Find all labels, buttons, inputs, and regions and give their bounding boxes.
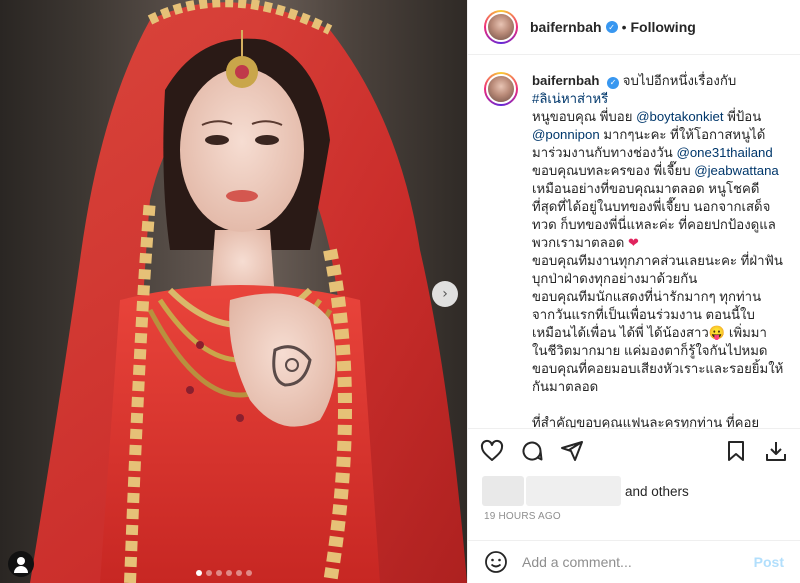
- carousel-dots: [196, 570, 252, 576]
- hashtag-link[interactable]: #ลิเน่หาส่าหรี: [532, 91, 608, 106]
- caption-text-segment: เหมือนอย่างที่ขอบคุณมาตลอด หนูโชคดี: [532, 181, 760, 196]
- user-tag-icon[interactable]: [8, 551, 34, 577]
- caption-text-segment: ทวด ก็บทของพี่นี่แหละค่ะ ที่คอยปกป้องดูแ…: [532, 217, 776, 232]
- caption-text-segment: หนูขอบคุณ พี่บอย: [532, 109, 637, 124]
- caption-text-segment: ที่สำคัญขอบคุณแฟนละครทุกท่าน ที่คอย: [532, 415, 760, 428]
- caption-body: หนูขอบคุณ พี่บอย @boytakonkiet พี่ป้อน @…: [532, 109, 783, 428]
- following-button[interactable]: Following: [630, 19, 695, 35]
- caption-text-segment: บุกป่าฝ่าดงทุกอย่างมาด้วยกัน: [532, 271, 698, 286]
- caption-username[interactable]: baifernbah: [532, 73, 599, 88]
- liker-avatars: [482, 476, 524, 506]
- carousel-dot: [226, 570, 232, 576]
- caption-line: บุกป่าฝ่าดงทุกอย่างมาด้วยกัน: [532, 271, 697, 286]
- caption-text-segment: มากๆนะคะ ที่ให้โอกาสหนูได้: [599, 127, 766, 142]
- mention-link[interactable]: @ponnipon: [532, 127, 600, 142]
- caption-text-segment: เหมือนได้เพื่อน ได้พี่ ได้น้องสาว😛 เพิ่ม…: [532, 325, 767, 340]
- heart-icon[interactable]: [480, 439, 504, 463]
- comment-box: Post: [468, 540, 800, 583]
- carousel-dot: [206, 570, 212, 576]
- caption-line: ขอบคุณบทละครของ พี่เจี๊ยบ @jeabwattana: [532, 163, 779, 178]
- caption: baifernbah ✓ จบไปอีกหนึ่งเรื่องกับ #ลิเน…: [484, 72, 784, 428]
- download-icon[interactable]: [764, 439, 788, 463]
- caption-text-segment: จากวันแรกที่เป็นเพื่อนร่วมงาน ตอนนี้ใบ: [532, 307, 755, 322]
- mention-link[interactable]: @boytakonkiet: [636, 109, 723, 124]
- avatar[interactable]: [484, 10, 518, 44]
- separator-dot: •: [621, 19, 627, 35]
- action-bar: [468, 428, 800, 472]
- caption-text-segment: กันมาตลอด: [532, 379, 599, 394]
- emoji-icon[interactable]: [484, 550, 508, 574]
- avatar[interactable]: [484, 72, 518, 106]
- caption-text-segment: พวกเรามาตลอด: [532, 235, 628, 250]
- caption-text-segment: ในชีวิตมากมาย แค่มองตาก็รู้ใจกันไปหมด: [532, 343, 768, 358]
- post-button[interactable]: Post: [754, 554, 784, 570]
- bride-illustration: [30, 0, 467, 583]
- caption-line: ขอบคุณทีมนักแสดงที่น่ารักมากๆ ทุกท่าน: [532, 289, 761, 304]
- caption-line: กันมาตลอด: [532, 379, 598, 394]
- caption-line: ขอบคุณที่คอยมอบเสียงหัวเราะและรอยยิ้มให้: [532, 361, 783, 376]
- comment-input[interactable]: [522, 554, 754, 570]
- share-icon[interactable]: [560, 439, 584, 463]
- mention-link[interactable]: @jeabwattana: [694, 163, 779, 178]
- caption-line: ที่สุดที่ได้อยู่ในบทของพี่เจี๊ยบ นอกจากเ…: [532, 199, 770, 214]
- caption-line: @ponnipon มากๆนะคะ ที่ให้โอกาสหนูได้: [532, 127, 765, 142]
- heart-emoji: ❤: [627, 235, 640, 250]
- username-link[interactable]: baifernbah: [530, 19, 602, 35]
- caption-line: ทวด ก็บทของพี่นี่แหละค่ะ ที่คอยปกป้องดูแ…: [532, 217, 776, 232]
- post-panel: baifernbah ✓ • Following baifernbah ✓ จบ…: [467, 0, 800, 583]
- caption-text-segment: มาร่วมงานกับทางช่องวัน: [532, 145, 677, 160]
- carousel-dot: [196, 570, 202, 576]
- caption-text: baifernbah ✓ จบไปอีกหนึ่งเรื่องกับ #ลิเน…: [532, 72, 784, 428]
- caption-text-segment: พี่ป้อน: [723, 109, 762, 124]
- caption-text-segment: ขอบคุณที่คอยมอบเสียงหัวเราะและรอยยิ้มให้: [532, 361, 784, 376]
- caption-line: เหมือนได้เพื่อน ได้พี่ ได้น้องสาว😛 เพิ่ม…: [532, 325, 767, 340]
- post-photo[interactable]: ›: [0, 0, 467, 583]
- caption-line: ที่สำคัญขอบคุณแฟนละครทุกท่าน ที่คอย: [532, 415, 759, 428]
- save-icon[interactable]: [724, 439, 748, 463]
- caption-text-segment: ขอบคุณบทละครของ พี่เจี๊ยบ: [532, 163, 695, 178]
- carousel-dot: [246, 570, 252, 576]
- caption-line: พวกเรามาตลอด ❤: [532, 235, 639, 250]
- caption-line: ขอบคุณทีมงานทุกภาคส่วนเลยนะคะ ที่ฝ่าฟัน: [532, 253, 783, 268]
- caption-line: หนูขอบคุณ พี่บอย @boytakonkiet พี่ป้อน: [532, 109, 761, 124]
- caption-line: มาร่วมงานกับทางช่องวัน @one31thailand: [532, 145, 773, 160]
- chevron-right-icon[interactable]: ›: [432, 281, 458, 307]
- caption-text-segment: ที่สุดที่ได้อยู่ในบทของพี่เจี๊ยบ นอกจากเ…: [532, 199, 771, 214]
- likes-suffix[interactable]: and others: [625, 484, 689, 499]
- caption-text-segment: ขอบคุณทีมนักแสดงที่น่ารักมากๆ ทุกท่าน: [532, 289, 762, 304]
- post-header: baifernbah ✓ • Following: [468, 0, 800, 55]
- mention-link[interactable]: @one31thailand: [676, 145, 772, 160]
- comments-section[interactable]: baifernbah ✓ จบไปอีกหนึ่งเรื่องกับ #ลิเน…: [468, 56, 800, 428]
- caption-line: เหมือนอย่างที่ขอบคุณมาตลอด หนูโชคดี: [532, 181, 759, 196]
- likes-row[interactable]: and others: [482, 476, 689, 506]
- carousel-dot: [236, 570, 242, 576]
- post-timestamp[interactable]: 19 HOURS AGO: [484, 511, 561, 522]
- verified-icon: ✓: [607, 77, 620, 89]
- comment-icon[interactable]: [520, 439, 544, 463]
- caption-line: จบไปอีกหนึ่งเรื่องกับ: [622, 73, 737, 88]
- liker-name: [526, 476, 621, 506]
- carousel-dot: [216, 570, 222, 576]
- caption-text-segment: ขอบคุณทีมงานทุกภาคส่วนเลยนะคะ ที่ฝ่าฟัน: [532, 253, 783, 268]
- caption-line: จากวันแรกที่เป็นเพื่อนร่วมงาน ตอนนี้ใบ: [532, 307, 755, 322]
- caption-line: ในชีวิตมากมาย แค่มองตาก็รู้ใจกันไปหมด: [532, 343, 767, 358]
- verified-icon: ✓: [605, 21, 618, 33]
